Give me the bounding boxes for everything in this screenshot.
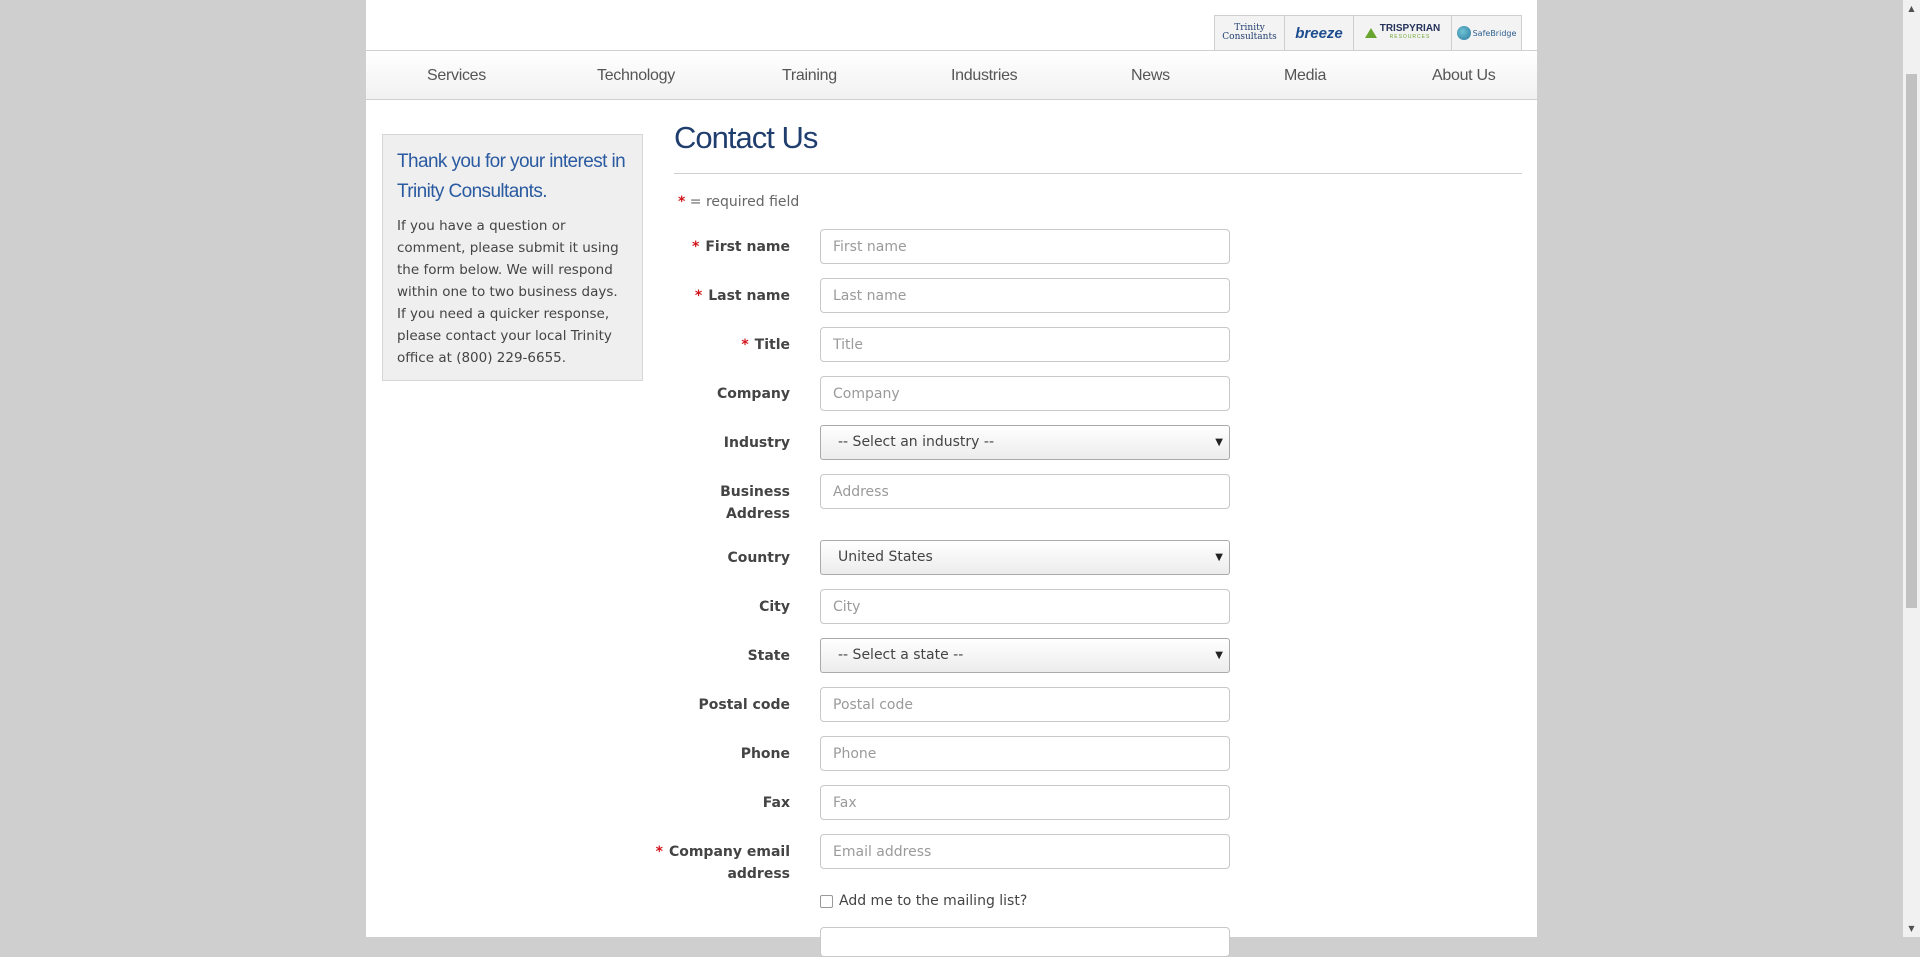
title-label-text: Title	[754, 337, 790, 353]
business-address-label: Business Address	[654, 481, 790, 525]
state-label: State	[747, 648, 790, 664]
company-email-label: * Company email address	[654, 841, 790, 885]
brand-trinity-logo[interactable]: Trinity Consultants	[1215, 16, 1285, 50]
dropdown-caret-icon: ▼	[1215, 650, 1223, 661]
company-email-label-line2: address	[727, 866, 790, 882]
title-divider	[674, 173, 1522, 174]
sidebar-body: If you have a question or comment, pleas…	[397, 218, 619, 366]
last-name-label-text: Last name	[708, 288, 790, 304]
phone-label: Phone	[740, 746, 790, 762]
last-name-input[interactable]	[820, 278, 1230, 313]
scroll-down-arrow-icon[interactable]: ▼	[1903, 920, 1920, 937]
dropdown-caret-icon: ▼	[1215, 552, 1223, 563]
industry-label: Industry	[723, 435, 790, 451]
brand-breeze-label: breeze	[1295, 24, 1343, 42]
mailing-list-checkbox[interactable]	[820, 894, 833, 908]
brand-trinity-label: Trinity Consultants	[1222, 23, 1277, 42]
dropdown-caret-icon: ▼	[1215, 437, 1223, 448]
country-select-value: United States	[838, 549, 933, 565]
scrollbar-thumb[interactable]	[1906, 74, 1917, 608]
business-address-label-line1: Business	[720, 484, 790, 500]
company-email-label-line1: * Company email	[654, 841, 790, 863]
required-asterisk-icon: *	[694, 288, 703, 304]
page-title: Contact Us	[674, 120, 818, 155]
globe-icon	[1456, 26, 1471, 40]
brand-safebridge-label: SafeBridge	[1472, 28, 1517, 38]
country-label: Country	[727, 550, 790, 566]
first-name-label-text: First name	[705, 239, 790, 255]
company-email-label-text: Company email	[668, 844, 790, 860]
title-input[interactable]	[820, 327, 1230, 362]
city-label: City	[759, 599, 790, 615]
mailing-list-label: Add me to the mailing list?	[839, 893, 1028, 909]
main-nav: Services Technology Training Industries …	[366, 50, 1537, 100]
scroll-up-arrow-icon[interactable]: ▲	[1903, 0, 1920, 17]
brand-trispyrian-sub: RESOURCES	[1389, 34, 1431, 40]
state-select[interactable]: -- Select a state -- ▼	[820, 638, 1230, 673]
email-input[interactable]	[820, 834, 1230, 869]
company-label: Company	[716, 386, 790, 402]
brand-trispyrian-logo[interactable]: TRISPYRIAN RESOURCES	[1354, 16, 1452, 50]
postal-code-label: Postal code	[698, 697, 790, 713]
nav-item-services[interactable]: Services	[427, 51, 486, 100]
nav-item-news[interactable]: News	[1131, 51, 1170, 100]
required-asterisk-icon: *	[741, 337, 749, 353]
postal-code-input[interactable]	[820, 687, 1230, 722]
last-name-label: * Last name	[654, 285, 790, 307]
required-note: * = required field	[678, 194, 799, 210]
required-note-text: = required field	[689, 194, 800, 210]
business-address-label-line2: Address	[726, 506, 790, 522]
city-input[interactable]	[820, 589, 1230, 624]
brand-safebridge-logo[interactable]: SafeBridge	[1452, 16, 1521, 50]
nav-item-media[interactable]: Media	[1284, 51, 1326, 100]
state-select-value: -- Select a state --	[838, 647, 964, 663]
nav-item-training[interactable]: Training	[782, 51, 837, 100]
fax-input[interactable]	[820, 785, 1230, 820]
brand-breeze-logo[interactable]: breeze	[1285, 16, 1354, 50]
vertical-scrollbar[interactable]: ▲ ▼	[1903, 0, 1920, 937]
company-input[interactable]	[820, 376, 1230, 411]
triangle-icon	[1364, 28, 1377, 38]
address-input[interactable]	[820, 474, 1230, 509]
nav-item-technology[interactable]: Technology	[597, 51, 675, 100]
industry-select[interactable]: -- Select an industry -- ▼	[820, 425, 1230, 460]
mailing-list-option[interactable]: Add me to the mailing list?	[820, 893, 1027, 909]
required-asterisk-icon: *	[692, 239, 700, 255]
nav-item-about-us[interactable]: About Us	[1432, 51, 1496, 100]
first-name-label: * First name	[654, 236, 790, 258]
brand-strip: Trinity Consultants breeze TRISPYRIAN RE…	[1214, 15, 1522, 51]
sidebar-intro: Thank you for your interest in Trinity C…	[382, 134, 643, 381]
phone-input[interactable]	[820, 736, 1230, 771]
first-name-input[interactable]	[820, 229, 1230, 264]
industry-select-value: -- Select an industry --	[838, 434, 994, 450]
nav-item-industries[interactable]: Industries	[951, 51, 1018, 100]
country-select[interactable]: United States ▼	[820, 540, 1230, 575]
required-asterisk-icon: *	[655, 844, 663, 860]
fax-label: Fax	[762, 795, 790, 811]
required-asterisk-icon: *	[678, 194, 686, 210]
title-label: * Title	[654, 334, 790, 356]
sidebar-heading: Thank you for your interest in Trinity C…	[397, 151, 626, 202]
next-field-input[interactable]	[820, 927, 1230, 957]
